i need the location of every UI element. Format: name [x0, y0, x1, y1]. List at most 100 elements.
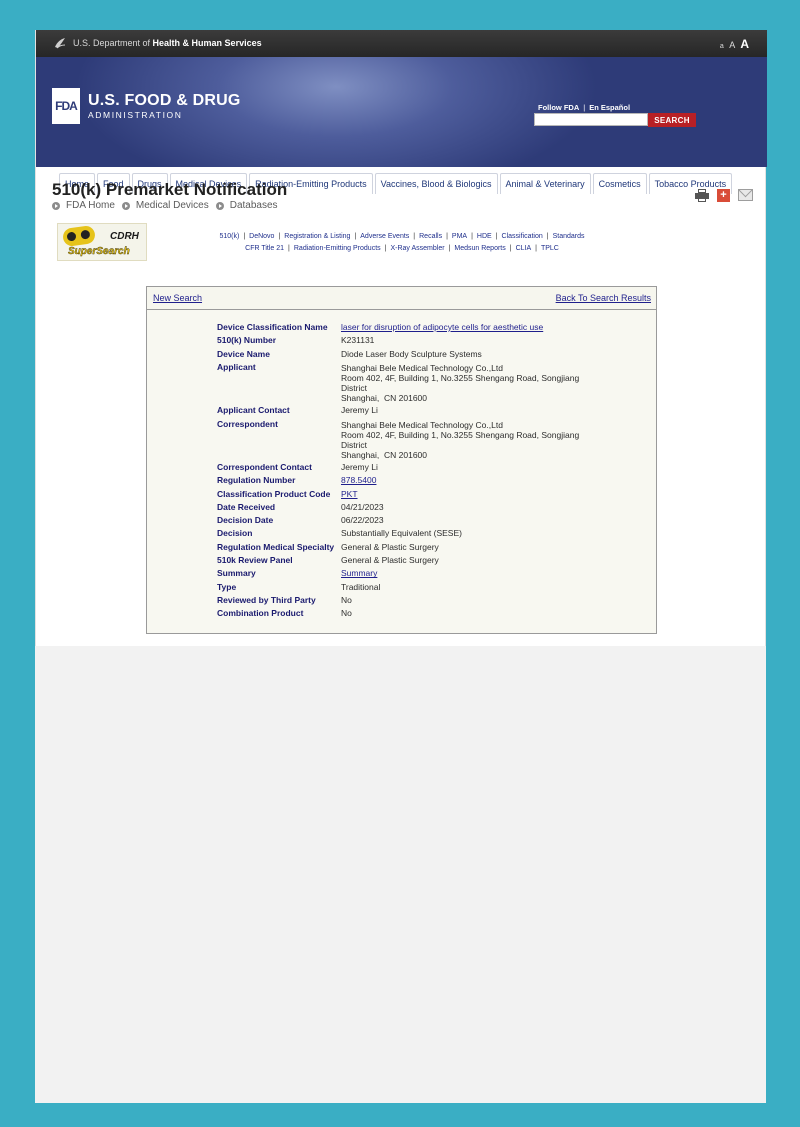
field-applicant: Applicant Shanghai Bele Medical Technolo…	[217, 361, 637, 403]
field-device-name: Device Name Diode Laser Body Sculpture S…	[217, 349, 637, 360]
field-label: Device Classification Name	[217, 322, 328, 332]
page-tools: +	[695, 189, 753, 202]
breadcrumb-databases[interactable]: Databases	[215, 200, 278, 211]
link-clia[interactable]: CLIA	[516, 245, 532, 252]
link-denovo[interactable]: DeNovo	[249, 233, 274, 240]
field-label: Date Received	[217, 501, 276, 512]
field-decision-date: Decision Date 06/22/2023	[217, 515, 637, 526]
back-to-results-link[interactable]: Back To Search Results	[556, 293, 651, 303]
espanol-link[interactable]: En Español	[589, 103, 630, 112]
cdrh-supersearch-logo[interactable]: CDRH SuperSearch	[57, 223, 147, 261]
field-value: General & Plastic Surgery	[341, 555, 439, 566]
field-value: Traditional	[341, 581, 381, 592]
database-links-row-2: CFR Title 21 | Radiation-Emitting Products…	[245, 245, 559, 252]
hhs-top-bar: U.S. Department of Health & Human Servic…	[36, 30, 767, 57]
bullet-arrow-icon	[215, 201, 224, 210]
link-510k[interactable]: 510(k)	[219, 233, 239, 240]
text-size-controls: a A A	[717, 37, 749, 51]
field-combination-product: Combination Product No	[217, 608, 637, 619]
share-icon[interactable]: +	[717, 189, 730, 202]
nav-vaccines-blood-biologics[interactable]: Vaccines, Blood & Biologics	[374, 173, 498, 194]
link-x-ray-assembler[interactable]: X-Ray Assembler	[390, 245, 444, 252]
field-label: Classification Product Code	[217, 488, 331, 499]
bullet-arrow-icon	[121, 201, 130, 210]
field-value: Shanghai Bele Medical Technology Co.,Ltd…	[341, 419, 580, 460]
field-value: Jeremy Li	[341, 461, 378, 472]
field-label: Applicant	[217, 361, 256, 372]
nav-animal-veterinary[interactable]: Animal & Veterinary	[499, 173, 591, 194]
field-label: Regulation Number	[217, 475, 296, 486]
email-icon[interactable]	[738, 189, 753, 201]
nav-cosmetics[interactable]: Cosmetics	[592, 173, 647, 194]
field-type: Type Traditional	[217, 581, 637, 593]
field-correspondent-contact: Correspondent Contact Jeremy Li	[217, 461, 637, 473]
header-links: Follow FDA | En Español	[538, 103, 630, 112]
field-label: Regulation Medical Specialty	[217, 541, 335, 552]
link-pma[interactable]: PMA	[452, 233, 467, 240]
field-decision: Decision Substantially Equivalent (SESE)	[217, 529, 637, 539]
new-search-link[interactable]: New Search	[153, 293, 202, 303]
text-size-medium[interactable]: A	[729, 40, 735, 50]
field-510k-number: 510(k) Number K231131	[217, 335, 637, 346]
device-classification-link[interactable]: laser for disruption of adipocyte cells …	[341, 322, 543, 332]
field-label: Correspondent	[217, 418, 278, 429]
product-code-link[interactable]: PKT	[341, 489, 358, 499]
link-tplc[interactable]: TPLC	[541, 245, 559, 252]
regulation-number-link[interactable]: 878.5400	[341, 475, 376, 485]
brand-subtitle: ADMINISTRATION	[88, 110, 183, 120]
print-icon[interactable]	[695, 189, 709, 202]
breadcrumb-fda-home[interactable]: FDA Home	[52, 200, 115, 211]
text-size-small[interactable]: a	[720, 43, 724, 50]
field-summary: Summary Summary	[217, 568, 637, 579]
field-product-code: Classification Product Code PKT	[217, 488, 637, 500]
site-header: FDA U.S. FOOD & DRUG ADMINISTRATION Foll…	[36, 57, 767, 194]
breadcrumb: FDA Home Medical Devices Databases	[52, 200, 278, 211]
field-value: Shanghai Bele Medical Technology Co.,Ltd…	[341, 362, 580, 403]
field-label: 510(k) Number	[217, 335, 277, 346]
search-button[interactable]: SEARCH	[648, 113, 696, 127]
browser-page-frame: U.S. Department of Health & Human Servic…	[35, 30, 767, 1103]
link-medsun-reports[interactable]: Medsun Reports	[454, 245, 505, 252]
link-hde[interactable]: HDE	[477, 233, 492, 240]
record-fields: Device Classification Name laser for dis…	[217, 322, 637, 623]
field-label: 510k Review Panel	[217, 555, 293, 566]
breadcrumb-medical-devices[interactable]: Medical Devices	[121, 200, 209, 211]
field-label: Combination Product	[217, 608, 304, 619]
link-classification[interactable]: Classification	[502, 233, 543, 240]
database-links-row-1: 510(k) | DeNovo | Registration & Listing | Adv…	[219, 233, 585, 240]
link-adverse-events[interactable]: Adverse Events	[360, 233, 409, 240]
field-label: Correspondent Contact	[217, 461, 312, 472]
field-correspondent: Correspondent Shanghai Bele Medical Tech…	[217, 418, 637, 460]
search-input[interactable]	[534, 113, 648, 126]
brand-name[interactable]: U.S. FOOD & DRUG	[88, 92, 241, 110]
summary-link[interactable]: Summary	[341, 568, 377, 578]
field-value: Substantially Equivalent (SESE)	[341, 528, 462, 539]
field-label: Reviewed by Third Party	[217, 594, 316, 605]
field-date-received: Date Received 04/21/2023	[217, 501, 637, 513]
link-registration-listing[interactable]: Registration & Listing	[284, 233, 350, 240]
field-applicant-contact: Applicant Contact Jeremy Li	[217, 405, 637, 416]
field-label: Applicant Contact	[217, 405, 290, 416]
field-medical-specialty: Regulation Medical Specialty General & P…	[217, 541, 637, 553]
hhs-link[interactable]: U.S. Department of Health & Human Servic…	[73, 38, 262, 48]
text-size-large[interactable]: A	[740, 37, 749, 51]
bullet-arrow-icon	[52, 201, 60, 210]
field-label: Decision Date	[217, 515, 274, 526]
field-value: Jeremy Li	[341, 405, 378, 416]
field-label: Type	[217, 581, 237, 592]
separator: |	[583, 103, 586, 112]
link-radiation-emitting-products[interactable]: Radiation-Emitting Products	[294, 245, 381, 252]
fda-logo[interactable]: FDA	[52, 88, 80, 124]
field-third-party: Reviewed by Third Party No	[217, 594, 637, 606]
field-label: Decision	[217, 528, 253, 539]
link-cfr-title-21[interactable]: CFR Title 21	[245, 245, 284, 252]
field-value: No	[341, 594, 352, 605]
record-detail-header: New Search Back To Search Results	[147, 287, 656, 310]
field-value: 04/21/2023	[341, 501, 384, 512]
page-title: 510(k) Premarket Notification	[52, 180, 288, 199]
link-recalls[interactable]: Recalls	[419, 233, 442, 240]
link-standards[interactable]: Standards	[553, 233, 585, 240]
field-value: K231131	[341, 335, 375, 346]
field-value: No	[341, 608, 352, 619]
follow-fda-link[interactable]: Follow FDA	[538, 103, 579, 112]
